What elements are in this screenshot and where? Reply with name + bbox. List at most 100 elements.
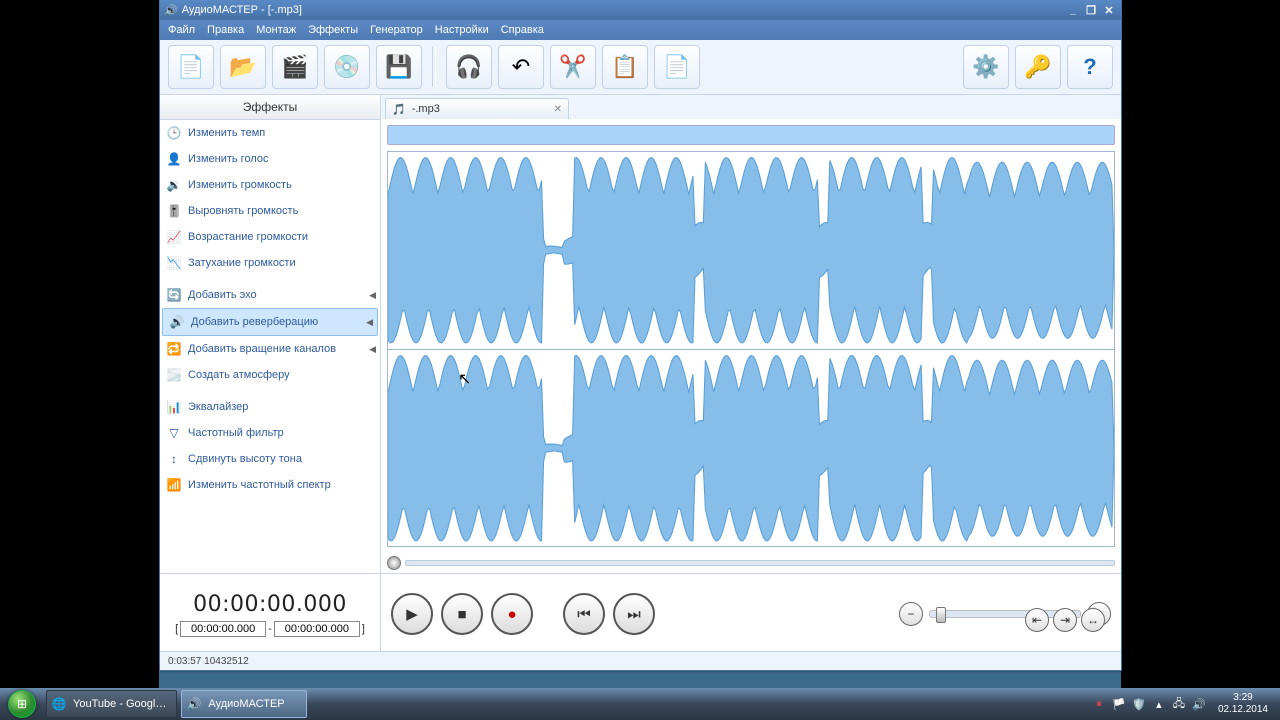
effect-icon: 📈: [166, 229, 182, 245]
effect-label: Изменить громкость: [188, 179, 292, 191]
time-panel: 00:00:00.000 [ - ]: [160, 574, 381, 654]
open-button[interactable]: 📂: [220, 45, 266, 89]
effect-item[interactable]: 🌫️Создать атмосферу: [160, 362, 380, 388]
effect-item[interactable]: 🔉 Изменить громкость: [160, 172, 380, 198]
effect-icon: ▽: [166, 425, 182, 441]
tray-record-icon[interactable]: ⏸: [1092, 697, 1106, 711]
new-button[interactable]: 📄: [168, 45, 214, 89]
effect-icon: 🔊: [169, 314, 185, 330]
effect-label: Изменить темп: [188, 127, 265, 139]
file-tab[interactable]: 🎵 -.mp3 ✕: [385, 98, 569, 119]
scrub-bar[interactable]: [387, 553, 1115, 573]
save-button[interactable]: 💾: [376, 45, 422, 89]
effect-icon: 🔉: [166, 177, 182, 193]
audiomaster-icon: 🔊: [186, 696, 202, 712]
go-end-button[interactable]: ⇥: [1053, 608, 1077, 632]
preview-button[interactable]: 🎧: [446, 45, 492, 89]
system-tray: ⏸ 🏳️ 🛡️ ▴ 🖧 🔊 3:29 02.12.2014: [1086, 692, 1280, 716]
effect-item[interactable]: 👤Изменить голос: [160, 146, 380, 172]
record-button[interactable]: ●: [491, 593, 533, 635]
skip-start-button[interactable]: ⏮: [563, 593, 605, 635]
effect-label: Создать атмосферу: [188, 369, 290, 381]
effect-label: Затухание громкости: [188, 257, 296, 269]
effect-item[interactable]: 🔁 Добавить вращение каналов ◀: [160, 336, 380, 362]
help-button[interactable]: ?: [1067, 45, 1113, 89]
effect-label: Эквалайзер: [188, 401, 248, 413]
effect-item[interactable]: 🕒Изменить темп: [160, 120, 380, 146]
play-button[interactable]: ▶: [391, 593, 433, 635]
waveform-channel-right[interactable]: [388, 349, 1114, 547]
skip-end-button[interactable]: ⏭: [613, 593, 655, 635]
menu-edit[interactable]: Правка: [207, 24, 244, 36]
tray-flag-icon[interactable]: 🏳️: [1112, 697, 1126, 711]
taskbar-audiomaster[interactable]: 🔊 АудиоМАСТЕР: [181, 690, 307, 718]
window-title: АудиоМАСТЕР - [-.mp3]: [182, 4, 1063, 16]
menu-montage[interactable]: Монтаж: [256, 24, 296, 36]
license-button[interactable]: 🔑: [1015, 45, 1061, 89]
zoom-out-button[interactable]: −: [899, 602, 923, 626]
status-text: 0:03:57 10432512: [168, 656, 249, 667]
tray-network-icon[interactable]: 🖧: [1172, 697, 1186, 711]
tray-volume-icon[interactable]: 🔊: [1192, 697, 1206, 711]
menu-settings[interactable]: Настройки: [435, 24, 489, 36]
taskbar-clock[interactable]: 3:29 02.12.2014: [1212, 692, 1274, 716]
effect-item[interactable]: 📶Изменить частотный спектр: [160, 472, 380, 498]
toolbar: 📄 📂 🎬 💿 💾 🎧 ↶ ✂️ 📋 📄 ⚙️ 🔑 ?: [160, 40, 1121, 95]
effect-icon: 🔁: [166, 341, 182, 357]
selection-start-input[interactable]: [180, 621, 266, 637]
close-button[interactable]: ✕: [1101, 3, 1117, 17]
submenu-arrow-icon: ◀: [369, 344, 376, 355]
app-window: 🔊 АудиоМАСТЕР - [-.mp3] _ ❐ ✕ Файл Правк…: [159, 0, 1122, 671]
effect-item[interactable]: ▽ Частотный фильтр: [160, 420, 380, 446]
paste-button[interactable]: 📄: [654, 45, 700, 89]
tray-chevron-icon[interactable]: ▴: [1152, 697, 1166, 711]
copy-button[interactable]: 📋: [602, 45, 648, 89]
waveform-area[interactable]: [387, 151, 1115, 547]
effect-item[interactable]: 📊Эквалайзер: [160, 394, 380, 420]
start-button[interactable]: ⊞: [0, 688, 44, 720]
fit-button[interactable]: ↔: [1081, 608, 1105, 632]
selection-end-input[interactable]: [274, 621, 360, 637]
effect-label: Добавить вращение каналов: [188, 343, 336, 355]
close-tab-icon[interactable]: ✕: [554, 104, 562, 115]
tray-shield-icon[interactable]: 🛡️: [1132, 697, 1146, 711]
effect-label: Частотный фильтр: [188, 427, 284, 439]
menu-file[interactable]: Файл: [168, 24, 195, 36]
selection-range: [ - ]: [175, 621, 365, 637]
undo-button[interactable]: ↶: [498, 45, 544, 89]
extract-cd-button[interactable]: 💿: [324, 45, 370, 89]
scrub-knob[interactable]: [387, 556, 401, 570]
go-start-button[interactable]: ⇤: [1025, 608, 1049, 632]
effects-panel-title: Эффекты: [160, 95, 380, 120]
effect-label: Добавить реверберацию: [191, 316, 318, 328]
transport-controls: ▶ ■ ● ⏮ ⏭ − +: [381, 574, 1121, 654]
effect-item[interactable]: ↕Сдвинуть высоту тона: [160, 446, 380, 472]
effect-item[interactable]: 📈 Возрастание громкости: [160, 224, 380, 250]
effect-label: Изменить частотный спектр: [188, 479, 331, 491]
effect-label: Выровнять громкость: [188, 205, 298, 217]
minimize-button[interactable]: _: [1065, 3, 1081, 17]
effect-icon: 👤: [166, 151, 182, 167]
effect-item[interactable]: 🔊Добавить реверберацию◀: [162, 308, 378, 336]
effect-item[interactable]: 🎚️Выровнять громкость: [160, 198, 380, 224]
effect-item[interactable]: 📉Затухание громкости: [160, 250, 380, 276]
tab-strip: 🎵 -.mp3 ✕: [381, 95, 1121, 119]
effect-label: Возрастание громкости: [188, 231, 308, 243]
menu-generator[interactable]: Генератор: [370, 24, 423, 36]
overview-bar[interactable]: [387, 125, 1115, 145]
stop-button[interactable]: ■: [441, 593, 483, 635]
menu-help[interactable]: Справка: [501, 24, 544, 36]
effect-item[interactable]: 🔄Добавить эхо◀: [160, 282, 380, 308]
titlebar[interactable]: 🔊 АудиоМАСТЕР - [-.mp3] _ ❐ ✕: [160, 0, 1121, 20]
zoom-thumb[interactable]: [936, 607, 946, 623]
extract-video-button[interactable]: 🎬: [272, 45, 318, 89]
maximize-button[interactable]: ❐: [1083, 3, 1099, 17]
menu-bar: Файл Правка Монтаж Эффекты Генератор Нас…: [160, 20, 1121, 40]
cut-button[interactable]: ✂️: [550, 45, 596, 89]
settings-button[interactable]: ⚙️: [963, 45, 1009, 89]
effect-label: Добавить эхо: [188, 289, 257, 301]
menu-effects[interactable]: Эффекты: [308, 24, 358, 36]
waveform-channel-left[interactable]: [388, 152, 1114, 349]
effect-label: Сдвинуть высоту тона: [188, 453, 302, 465]
taskbar-chrome[interactable]: 🌐 YouTube - Googl…: [46, 690, 177, 718]
